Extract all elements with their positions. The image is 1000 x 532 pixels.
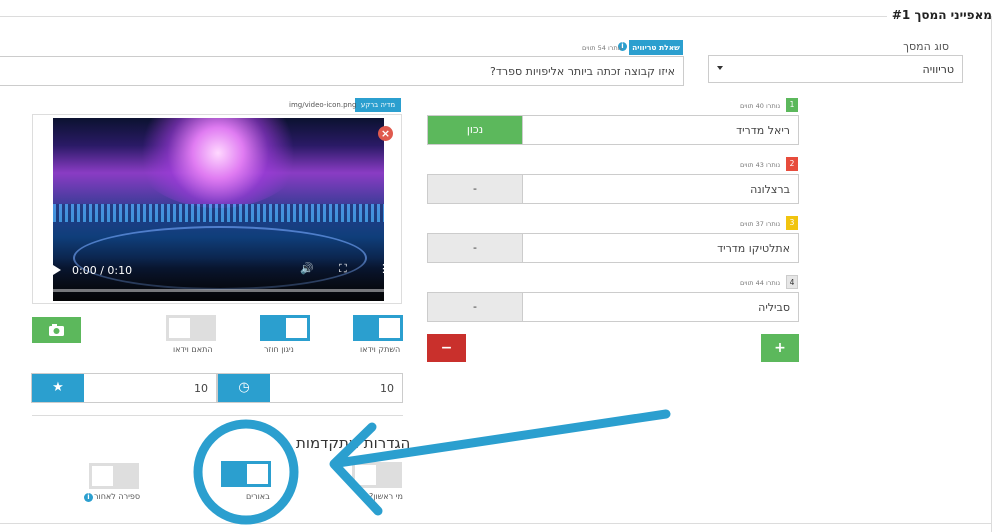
annotation-arrow-icon (193, 409, 671, 525)
